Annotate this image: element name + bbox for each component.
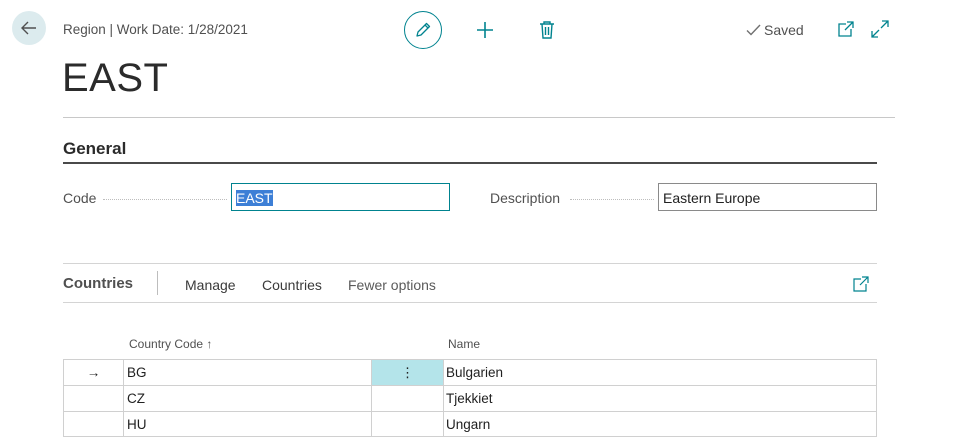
title-divider [63, 117, 895, 118]
breadcrumb: Region | Work Date: 1/28/2021 [63, 22, 248, 37]
table-row[interactable]: → BG ⋮ Bulgarien [63, 359, 877, 385]
trash-icon[interactable] [538, 20, 556, 40]
checkmark-icon [746, 24, 761, 36]
row-indicator-cell [63, 412, 123, 437]
edit-button[interactable] [404, 11, 442, 49]
countries-grid: → BG ⋮ Bulgarien CZ Tjekkiet HU Ungarn [63, 359, 877, 437]
description-label: Description [490, 190, 561, 206]
country-code-cell[interactable]: HU [123, 412, 371, 437]
code-label: Code [63, 190, 97, 206]
section-general-title[interactable]: General [63, 139, 126, 159]
saved-status: Saved [746, 22, 804, 38]
pencil-icon [416, 22, 431, 37]
code-leader-dots [103, 199, 227, 200]
column-header-name[interactable]: Name [448, 337, 480, 351]
row-menu-cell[interactable] [371, 412, 443, 437]
subpage-bottom-divider [63, 302, 877, 303]
section-divider [63, 162, 877, 164]
open-in-new-window-icon[interactable] [837, 20, 855, 38]
open-in-new-window-icon[interactable] [853, 276, 869, 292]
arrow-left-icon [21, 21, 36, 35]
row-menu-cell[interactable] [371, 386, 443, 411]
page-title: EAST [62, 56, 169, 100]
countries-action[interactable]: Countries [262, 277, 322, 293]
current-row-indicator-icon: → [63, 360, 123, 385]
country-code-cell[interactable]: CZ [123, 386, 371, 411]
row-indicator-cell [63, 386, 123, 411]
plus-icon[interactable] [475, 20, 495, 40]
description-field[interactable]: Eastern Europe [658, 183, 877, 211]
manage-action[interactable]: Manage [185, 277, 236, 293]
column-header-label: Country Code [129, 337, 204, 351]
name-cell[interactable]: Tjekkiet [443, 386, 877, 411]
table-row[interactable]: HU Ungarn [63, 411, 877, 437]
table-row[interactable]: CZ Tjekkiet [63, 385, 877, 411]
expand-icon[interactable] [871, 20, 889, 38]
code-value: EAST [236, 190, 273, 206]
subpage-title[interactable]: Countries [63, 275, 133, 292]
column-header-country-code[interactable]: Country Code ↑ [129, 337, 212, 351]
sort-ascending-icon: ↑ [206, 337, 213, 351]
fewer-options-action[interactable]: Fewer options [348, 277, 436, 293]
country-code-cell[interactable]: BG [123, 360, 371, 385]
row-menu-button[interactable]: ⋮ [371, 360, 443, 385]
name-cell[interactable]: Bulgarien [443, 360, 877, 385]
code-field[interactable]: EAST [231, 183, 450, 211]
subpage-title-separator [157, 271, 158, 295]
saved-label: Saved [764, 22, 804, 38]
back-button[interactable] [12, 11, 46, 45]
subpage-top-divider [63, 263, 877, 264]
name-cell[interactable]: Ungarn [443, 412, 877, 437]
description-value: Eastern Europe [663, 190, 761, 206]
description-leader-dots [570, 199, 654, 200]
